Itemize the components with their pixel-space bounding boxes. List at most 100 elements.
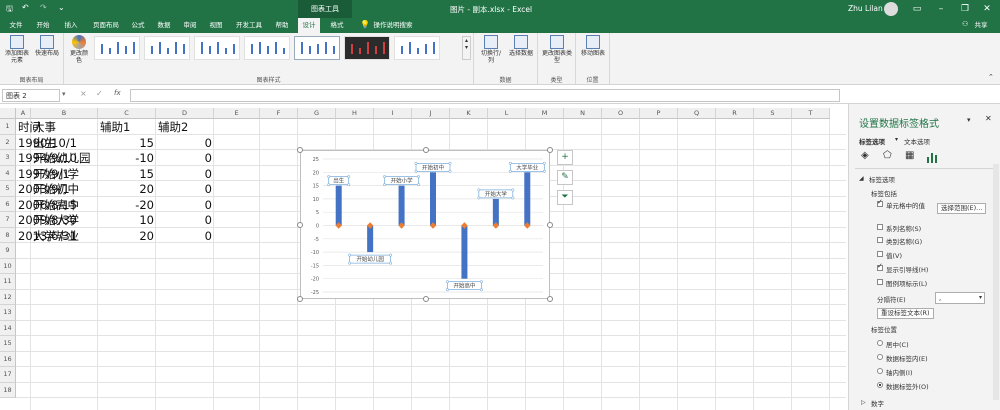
separator-select[interactable]: , ▾ — [935, 292, 985, 304]
row-header[interactable]: 11 — [0, 274, 16, 290]
confirm-icon[interactable]: ✓ — [96, 89, 103, 98]
row-header[interactable]: 18 — [0, 382, 16, 398]
table-cell[interactable]: 2013/6/31 — [18, 228, 77, 243]
resize-handle-w[interactable] — [297, 222, 303, 228]
chart-style-6[interactable] — [344, 36, 390, 60]
chart-elements-button[interactable]: + — [557, 150, 573, 165]
select-all-corner[interactable] — [0, 108, 16, 119]
resize-handle-nw[interactable] — [297, 147, 303, 153]
tab-label-options[interactable]: 标签选项 — [859, 136, 885, 146]
column-header[interactable]: E — [214, 108, 260, 119]
pane-scrollbar[interactable] — [993, 164, 999, 400]
label-options-dropdown-icon[interactable]: ▾ — [895, 136, 898, 143]
chart-style-2[interactable] — [144, 36, 190, 60]
pane-close-icon[interactable]: ✕ — [985, 114, 992, 123]
share-button[interactable]: 共享 — [972, 18, 990, 33]
chart-style-4[interactable] — [244, 36, 290, 60]
change-chart-type-button[interactable]: 更改图表类型 — [542, 35, 572, 64]
tab-formulas[interactable]: 公式 — [128, 18, 148, 33]
name-box[interactable]: 图表 2 — [2, 89, 60, 102]
value-checkbox[interactable] — [877, 251, 883, 257]
row-header[interactable]: 15 — [0, 336, 16, 352]
customize-qat-icon[interactable]: ⌄ — [58, 3, 65, 12]
chart-style-7[interactable] — [394, 36, 440, 60]
table-cell[interactable]: 0 — [158, 150, 212, 165]
column-header[interactable]: K — [450, 108, 488, 119]
header-cell[interactable]: 辅助1 — [100, 119, 154, 134]
section-label-options[interactable]: 标签选项 — [869, 174, 895, 184]
chart-style-5[interactable] — [294, 36, 340, 60]
change-colors-button[interactable]: 更改颜色 — [68, 35, 90, 64]
switch-row-column-button[interactable]: 切换行/列 — [478, 35, 504, 64]
row-header[interactable]: 2 — [0, 134, 16, 150]
header-cell[interactable]: 辅助2 — [158, 119, 212, 134]
section-collapsed-icon[interactable]: ▷ — [861, 399, 866, 406]
tab-page-layout[interactable]: 页面布局 — [88, 18, 124, 33]
row-header[interactable]: 12 — [0, 289, 16, 305]
table-cell[interactable]: -20 — [100, 197, 154, 212]
legend-key-checkbox[interactable] — [877, 279, 883, 285]
column-header[interactable]: C — [98, 108, 156, 119]
table-cell[interactable]: 1990/10/1 — [18, 135, 77, 150]
table-cell[interactable]: 2009/8/30 — [18, 212, 77, 227]
table-cell[interactable]: 0 — [158, 197, 212, 212]
restore-icon[interactable]: ❐ — [954, 2, 976, 16]
table-cell[interactable]: -10 — [100, 150, 154, 165]
column-header[interactable]: S — [754, 108, 792, 119]
column-header[interactable]: R — [716, 108, 754, 119]
tab-help[interactable]: 帮助 — [272, 18, 292, 33]
resize-handle-s[interactable] — [423, 296, 429, 302]
resize-handle-se[interactable] — [547, 296, 553, 302]
row-header[interactable]: 8 — [0, 227, 16, 243]
chart[interactable]: 25 20 15 10 5 0 -5 -10 -15 -20 -25 出生 开始幼儿园 开始小学 开始初中开… — [297, 147, 553, 302]
tab-developer[interactable]: 开发工具 — [232, 18, 266, 33]
table-cell[interactable]: 20 — [100, 228, 154, 243]
table-cell[interactable]: 0 — [158, 135, 212, 150]
chart-filters-button[interactable]: ⏷ — [557, 190, 573, 205]
column-header[interactable]: P — [640, 108, 678, 119]
select-data-button[interactable]: 选择数据 — [508, 35, 534, 57]
row-header[interactable]: 5 — [0, 181, 16, 197]
column-header[interactable]: J — [412, 108, 450, 119]
chart-style-1[interactable] — [94, 36, 140, 60]
save-icon[interactable]: 🖫 — [6, 3, 13, 17]
column-header[interactable]: A — [16, 108, 31, 119]
move-chart-button[interactable]: 移动图表 — [579, 35, 607, 57]
label-options-icon[interactable] — [926, 151, 938, 163]
row-header[interactable]: 7 — [0, 212, 16, 228]
table-cell[interactable]: 0 — [158, 228, 212, 243]
position-inside-end-radio[interactable] — [877, 354, 883, 360]
tab-data[interactable]: 数据 — [154, 18, 174, 33]
row-header[interactable]: 1 — [0, 119, 16, 135]
table-cell[interactable]: 15 — [100, 166, 154, 181]
tab-home[interactable]: 开始 — [32, 18, 54, 33]
redo-icon[interactable]: ↷ — [40, 3, 47, 12]
cancel-icon[interactable]: × — [80, 89, 87, 98]
collapse-ribbon-icon[interactable]: ⌃ — [988, 73, 994, 81]
position-outside-end-radio[interactable] — [877, 382, 883, 388]
tab-view[interactable]: 视图 — [206, 18, 226, 33]
header-cell[interactable]: 时间 — [18, 119, 41, 134]
tab-design[interactable]: 设计 — [298, 18, 320, 33]
tab-insert[interactable]: 插入 — [60, 18, 82, 33]
styles-scroll[interactable]: ▴ ▾ — [462, 36, 471, 60]
position-center-radio[interactable] — [877, 340, 883, 346]
avatar[interactable] — [884, 2, 898, 16]
column-header[interactable]: H — [336, 108, 374, 119]
chart-styles-button[interactable]: ✎ — [557, 170, 573, 185]
quick-layout-button[interactable]: 快速布局 — [33, 35, 61, 57]
tab-text-options[interactable]: 文本选项 — [904, 136, 930, 146]
effects-icon[interactable]: ⬠ — [883, 150, 892, 161]
position-inside-base-radio[interactable] — [877, 368, 883, 374]
share-icon[interactable]: ⚇ — [962, 20, 968, 28]
table-cell[interactable]: 0 — [158, 166, 212, 181]
table-cell[interactable]: 20 — [100, 181, 154, 196]
size-properties-icon[interactable]: ▦ — [905, 150, 914, 161]
close-icon[interactable]: ✕ — [976, 2, 998, 16]
category-name-checkbox[interactable] — [877, 237, 883, 243]
resize-handle-n[interactable] — [423, 147, 429, 153]
select-range-button[interactable]: 选择范围(E)... — [937, 203, 987, 214]
column-header[interactable]: D — [156, 108, 214, 119]
column-header[interactable]: G — [298, 108, 336, 119]
row-header[interactable]: 6 — [0, 196, 16, 212]
